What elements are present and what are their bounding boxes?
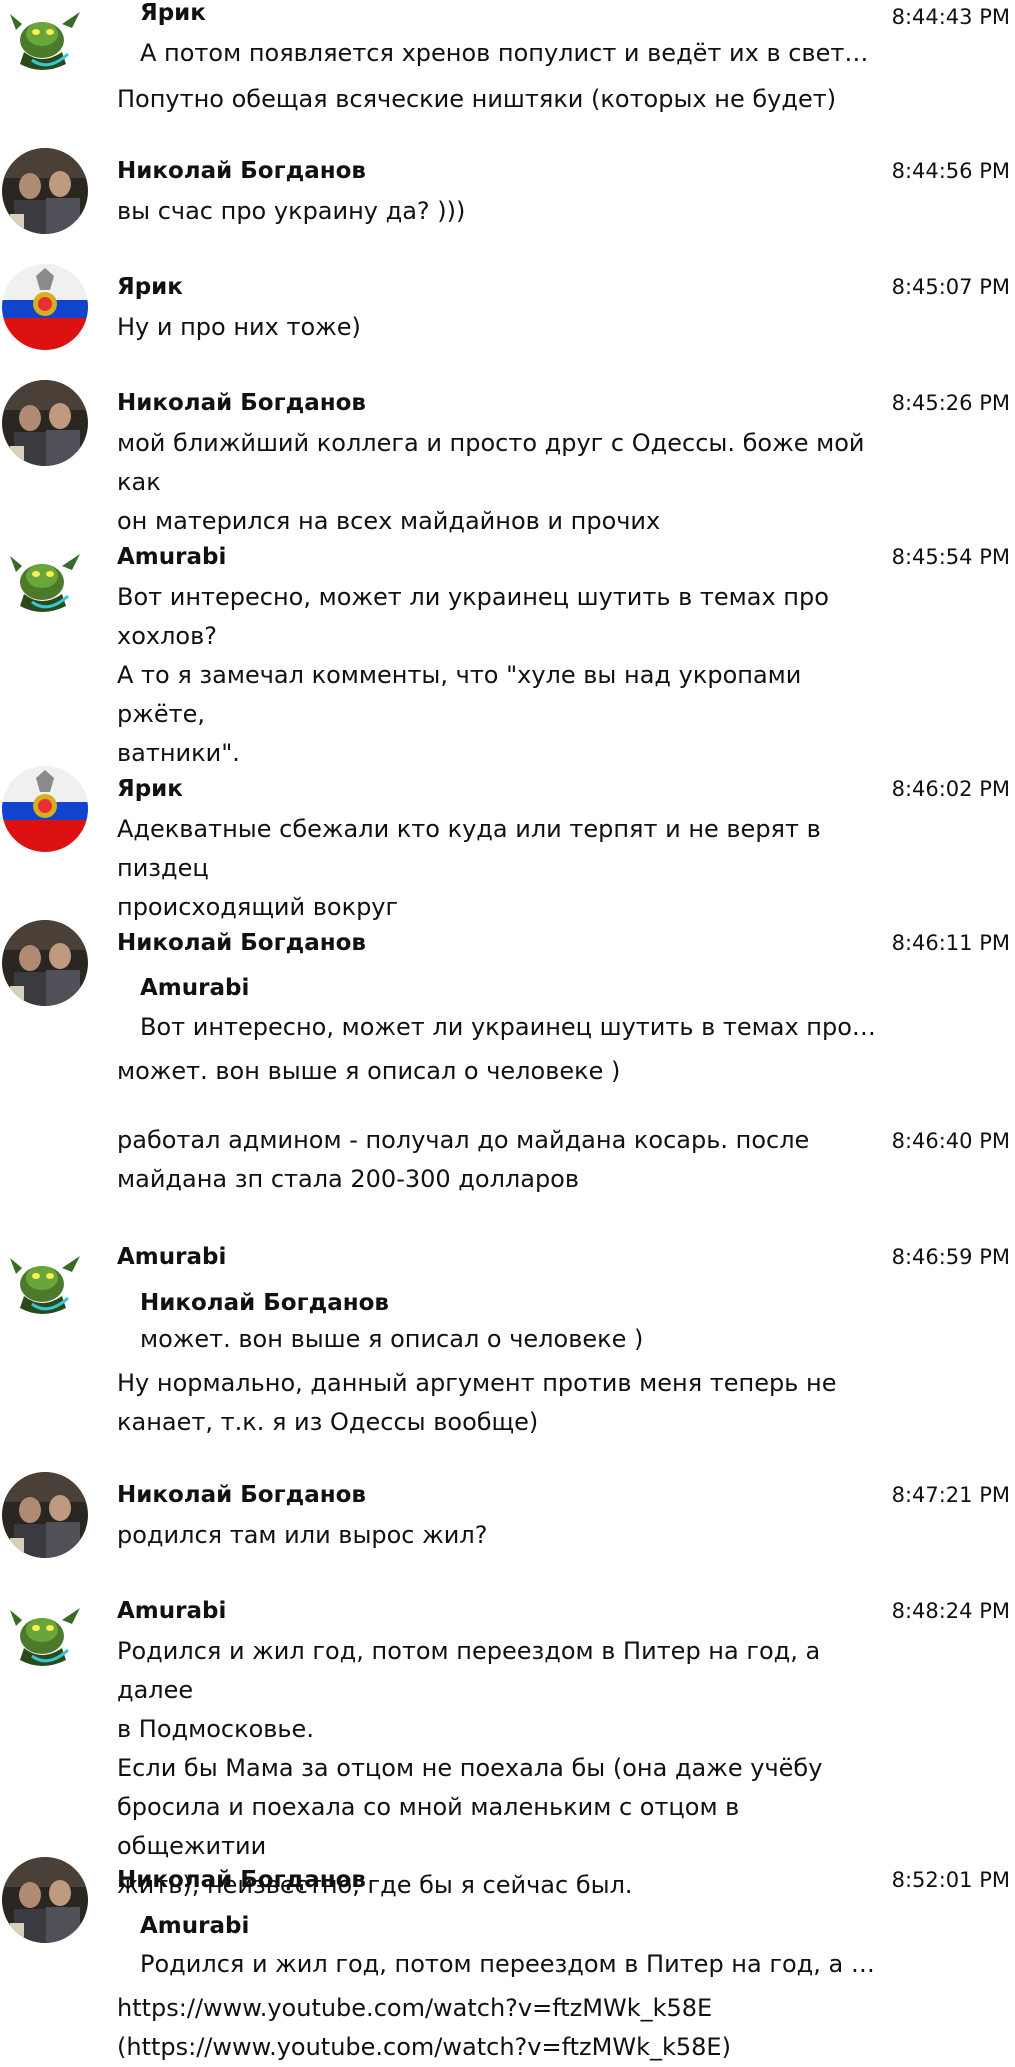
text-line: бросила и поехала со мной маленьким с от… xyxy=(117,1793,740,1860)
goblin-icon xyxy=(2,0,88,80)
text-line: Родился и жил год, потом переездом в Пит… xyxy=(117,1637,821,1704)
message-text: Вот интересно, может ли украинец шутить … xyxy=(117,578,877,773)
text-line: в Подмосковье. xyxy=(117,1715,314,1743)
message-author: Николай Богданов xyxy=(117,390,366,416)
message-author: Amurabi xyxy=(117,1598,227,1624)
message-text: может. вон выше я описал о человеке ) xyxy=(117,1057,621,1085)
quoted-author: Amurabi xyxy=(140,975,250,1001)
quoted-author: Amurabi xyxy=(140,1913,250,1939)
message-link[interactable]: (https://www.youtube.com/watch?v=ftzMWk_… xyxy=(117,2028,877,2067)
message-author: Ярик xyxy=(117,274,183,300)
quoted-text[interactable]: Родился и жил год, потом переездом в Пит… xyxy=(140,1947,880,1981)
message-time: 8:46:59 PM xyxy=(891,1245,1010,1269)
message-text: работал админом - получал до майдана кос… xyxy=(117,1121,877,1199)
russian-flag-icon xyxy=(2,264,88,350)
message-time: 8:45:54 PM xyxy=(891,545,1010,569)
message-time: 8:46:02 PM xyxy=(891,777,1010,801)
user-photo-icon xyxy=(2,148,88,234)
russian-flag-icon xyxy=(2,766,88,852)
goblin-icon xyxy=(2,1590,88,1676)
text-line: хохлов? xyxy=(117,622,217,650)
text-line: А то я замечал комменты, что "хуле вы на… xyxy=(117,661,802,728)
message-text: Ну и про них тоже) xyxy=(117,313,361,341)
quoted-text[interactable]: может. вон выше я описал о человеке ) xyxy=(140,1322,880,1356)
message-time: 8:44:56 PM xyxy=(891,159,1010,183)
goblin-icon xyxy=(2,1238,88,1324)
message-time: 8:48:24 PM xyxy=(891,1599,1010,1623)
text-line: мой ближйший коллега и просто друг с Оде… xyxy=(117,429,865,496)
text-line: канает, т.к. я из Одессы вообще) xyxy=(117,1408,539,1436)
quoted-text: А потом появляется хренов популист и вед… xyxy=(140,39,880,67)
message-text: Ну нормально, данный аргумент против мен… xyxy=(117,1364,877,1442)
photo-avatar[interactable] xyxy=(2,148,88,234)
user-photo-icon xyxy=(2,1472,88,1558)
text-line: майдана зп стала 200-300 долларов xyxy=(117,1165,580,1193)
message-time: 8:45:26 PM xyxy=(891,391,1010,415)
message-text: вы счас про украину да? ))) xyxy=(117,197,466,225)
text-line: Ну нормально, данный аргумент против мен… xyxy=(117,1369,837,1397)
text-line: Если бы Мама за отцом не поехала бы (она… xyxy=(117,1754,823,1782)
message-time: 8:44:43 PM xyxy=(891,5,1010,29)
photo-avatar[interactable] xyxy=(2,1857,88,1943)
quoted-text[interactable]: Вот интересно, может ли украинец шутить … xyxy=(140,1010,880,1044)
text-line: Адекватные сбежали кто куда или терпят и… xyxy=(117,815,821,882)
message-author: Николай Богданов xyxy=(117,158,366,184)
message-author: Ярик xyxy=(117,776,183,802)
text-line: Вот интересно, может ли украинец шутить … xyxy=(117,583,829,611)
message-time: 8:46:40 PM xyxy=(891,1129,1010,1153)
message-author: Amurabi xyxy=(117,544,227,570)
user-photo-icon xyxy=(2,380,88,466)
message-author: Amurabi xyxy=(117,1244,227,1270)
text-line: происходящий вокруг xyxy=(117,893,399,921)
goblin-avatar[interactable] xyxy=(2,536,88,622)
message-author: Николай Богданов xyxy=(117,1482,366,1508)
message-time: 8:47:21 PM xyxy=(891,1483,1010,1507)
text-line: ватники". xyxy=(117,739,240,767)
message-author: Николай Богданов xyxy=(117,930,366,956)
photo-avatar[interactable] xyxy=(2,920,88,1006)
photo-avatar[interactable] xyxy=(2,1472,88,1558)
message-text: https://www.youtube.com/watch?v=ftzMWk_k… xyxy=(117,1989,877,2067)
goblin-icon xyxy=(2,536,88,622)
message-time: 8:45:07 PM xyxy=(891,275,1010,299)
message-text: Адекватные сбежали кто куда или терпят и… xyxy=(117,810,877,927)
message-text: Попутно обещая всяческие ништяки (которы… xyxy=(117,85,837,113)
goblin-avatar[interactable] xyxy=(2,1238,88,1324)
flag-avatar[interactable] xyxy=(2,766,88,852)
text-line: он матерился на всех майдайнов и прочих xyxy=(117,507,661,535)
message-time: 8:46:11 PM xyxy=(891,931,1010,955)
message-author: Николай Богданов xyxy=(117,1867,366,1893)
flag-avatar[interactable] xyxy=(2,264,88,350)
goblin-avatar[interactable] xyxy=(2,1590,88,1676)
user-photo-icon xyxy=(2,1857,88,1943)
message-text: родился там или вырос жил? xyxy=(117,1521,488,1549)
quoted-author: Николай Богданов xyxy=(140,1290,389,1316)
message-time: 8:52:01 PM xyxy=(891,1868,1010,1892)
goblin-avatar[interactable] xyxy=(2,0,88,80)
text-line: работал админом - получал до майдана кос… xyxy=(117,1126,810,1154)
user-photo-icon xyxy=(2,920,88,1006)
message-text: мой ближйший коллега и просто друг с Оде… xyxy=(117,424,877,541)
photo-avatar[interactable] xyxy=(2,380,88,466)
message-link[interactable]: https://www.youtube.com/watch?v=ftzMWk_k… xyxy=(117,1989,877,2028)
message-author: Ярик xyxy=(140,0,206,26)
